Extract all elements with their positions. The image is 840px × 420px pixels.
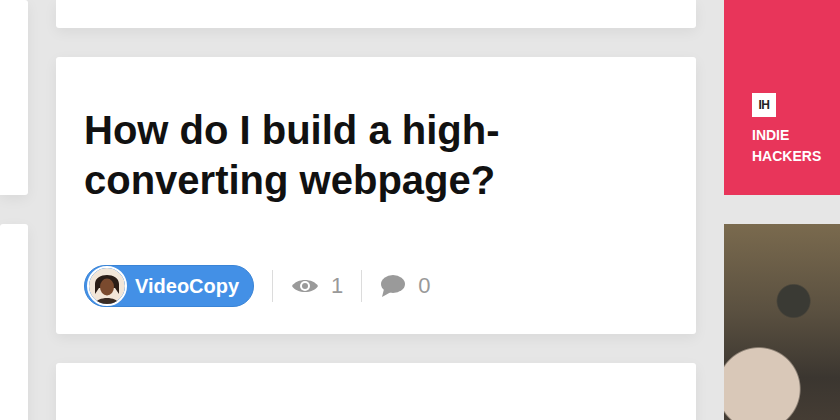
post-title[interactable]: How do I build a high-converting webpage… bbox=[84, 105, 644, 205]
post-card[interactable] bbox=[56, 363, 696, 420]
eye-icon bbox=[291, 277, 319, 295]
author-pill[interactable]: VideoCopy bbox=[84, 265, 254, 307]
comments-stat: 0 bbox=[380, 273, 430, 299]
side-card[interactable] bbox=[0, 0, 28, 195]
divider bbox=[272, 270, 273, 302]
views-stat: 1 bbox=[291, 273, 343, 299]
comment-icon bbox=[380, 274, 406, 298]
ih-label: INDIE HACKERS bbox=[752, 125, 822, 167]
comments-count: 0 bbox=[418, 273, 430, 299]
post-card[interactable]: How do I build a high-converting webpage… bbox=[56, 57, 696, 334]
right-column: IH INDIE HACKERS bbox=[724, 0, 840, 420]
views-count: 1 bbox=[331, 273, 343, 299]
side-card[interactable] bbox=[0, 224, 28, 420]
post-card[interactable] bbox=[56, 0, 696, 28]
divider bbox=[361, 270, 362, 302]
feed-page: How do I build a high-converting webpage… bbox=[0, 0, 840, 420]
indie-hackers-banner[interactable]: IH INDIE HACKERS bbox=[724, 0, 840, 195]
author-name[interactable]: VideoCopy bbox=[135, 275, 239, 298]
post-meta: VideoCopy 1 0 bbox=[84, 265, 668, 307]
ih-logo: IH bbox=[752, 93, 776, 117]
avatar-icon bbox=[87, 266, 127, 306]
photo[interactable] bbox=[724, 224, 840, 420]
post-list: How do I build a high-converting webpage… bbox=[56, 0, 696, 420]
left-column bbox=[0, 0, 28, 420]
